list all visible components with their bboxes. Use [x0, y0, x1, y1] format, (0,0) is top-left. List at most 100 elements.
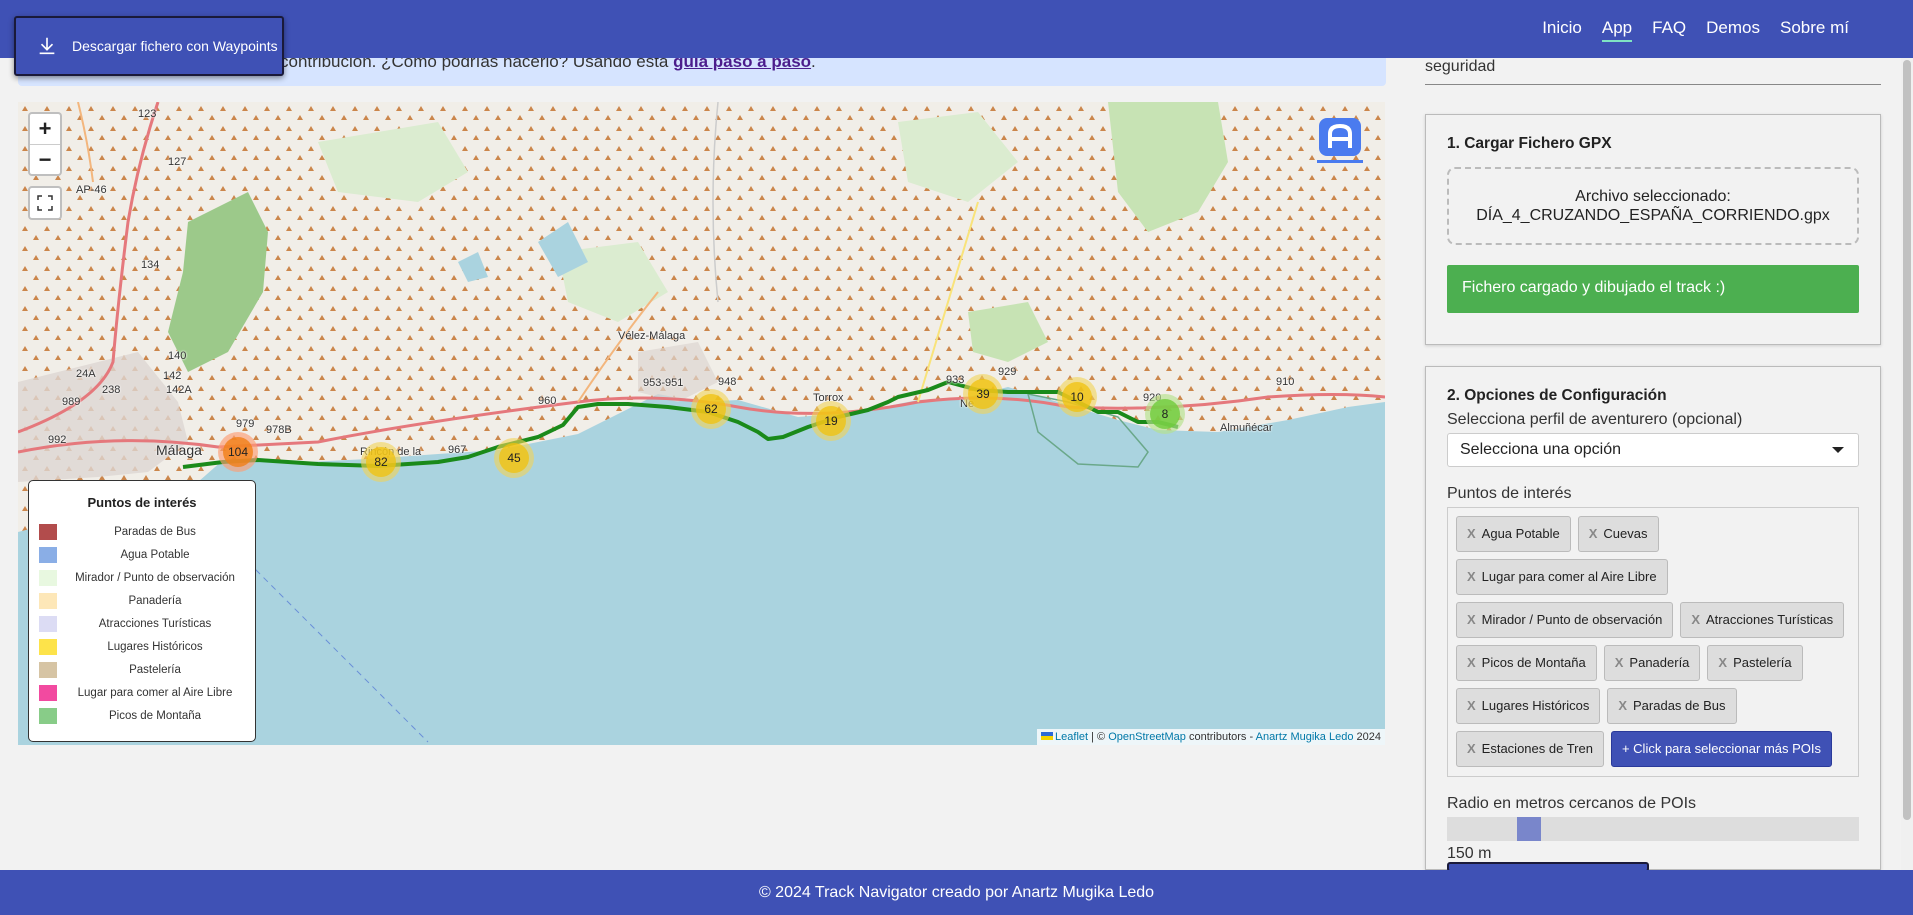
- ukraine-flag-icon: [1041, 732, 1054, 740]
- poi-chip[interactable]: X Lugares Históricos: [1456, 688, 1601, 724]
- remove-chip-icon[interactable]: X: [1615, 655, 1624, 670]
- legend-label: Agua Potable: [120, 548, 190, 561]
- road-label: 978B: [266, 424, 292, 436]
- poi-chip[interactable]: X Pastelería: [1707, 645, 1803, 681]
- legend-swatch: [39, 638, 57, 655]
- road-label: 140: [168, 350, 187, 362]
- remove-chip-icon[interactable]: X: [1467, 526, 1476, 541]
- nav-link-inicio[interactable]: Inicio: [1542, 18, 1582, 42]
- road-label: 967: [448, 444, 467, 456]
- author-link[interactable]: Anartz Mugika Ledo: [1256, 731, 1354, 743]
- remove-chip-icon[interactable]: X: [1467, 655, 1476, 670]
- remove-chip-icon[interactable]: X: [1589, 526, 1598, 541]
- legend-swatch: [39, 684, 57, 701]
- legend-item: Panadería: [39, 589, 245, 612]
- map[interactable]: 123 AP-46 127 134 140 142 24A 238 989 14…: [18, 102, 1385, 745]
- cluster-count: 19: [816, 406, 846, 436]
- radius-value: 150 m: [1447, 845, 1492, 862]
- leaflet-link[interactable]: Leaflet: [1055, 731, 1088, 743]
- poi-cluster[interactable]: 45: [494, 438, 534, 478]
- download-icon: [39, 37, 55, 55]
- road-label: 238: [102, 384, 121, 396]
- remove-chip-icon[interactable]: X: [1618, 698, 1627, 713]
- zoom-in-button[interactable]: +: [30, 114, 60, 144]
- legend-label: Lugares Históricos: [107, 640, 203, 653]
- load-gpx-card: 1. Cargar Fichero GPX Archivo selecciona…: [1425, 114, 1881, 345]
- poi-cluster[interactable]: 82: [361, 442, 401, 482]
- poi-cluster[interactable]: 104: [218, 432, 258, 472]
- poi-chip[interactable]: X Panadería: [1603, 645, 1701, 681]
- poi-chip[interactable]: X Picos de Montaña: [1456, 645, 1597, 681]
- poi-chip-label: Estaciones de Tren: [1481, 741, 1593, 756]
- poi-chip[interactable]: X Paradas de Bus: [1607, 688, 1737, 724]
- road-label: 948: [718, 376, 737, 388]
- zoom-out-button[interactable]: −: [30, 144, 60, 174]
- scrollbar-thumb[interactable]: [1903, 60, 1911, 820]
- nav-link-sobre-mi[interactable]: Sobre mí: [1780, 18, 1849, 42]
- legend-label: Atracciones Turísticas: [98, 617, 212, 630]
- legend-swatch: [39, 546, 57, 563]
- place-malaga: Málaga: [156, 442, 202, 458]
- legend-label: Lugar para comer al Aire Libre: [77, 686, 233, 699]
- poi-chip-label: Mirador / Punto de observación: [1481, 612, 1663, 627]
- road-label: 953-951: [643, 377, 684, 389]
- road-label: 142: [163, 370, 182, 382]
- cluster-count: 82: [366, 447, 396, 477]
- poi-cluster[interactable]: 8: [1145, 394, 1185, 434]
- chevron-down-icon: [1832, 447, 1844, 453]
- remove-chip-icon[interactable]: X: [1691, 612, 1700, 627]
- app-logo-icon[interactable]: [1315, 114, 1365, 164]
- page-scrollbar[interactable]: [1901, 58, 1913, 870]
- file-name: DÍA_4_CRUZANDO_ESPAÑA_CORRIENDO.gpx: [1476, 207, 1830, 224]
- remove-chip-icon[interactable]: X: [1467, 741, 1476, 756]
- osm-link[interactable]: OpenStreetMap: [1108, 731, 1186, 743]
- remove-chip-icon[interactable]: X: [1467, 698, 1476, 713]
- legend-label: Pastelería: [129, 663, 181, 676]
- zoom-control: + −: [28, 112, 62, 176]
- legend-item: Picos de Montaña: [39, 704, 245, 727]
- poi-cluster[interactable]: 39: [963, 374, 1003, 414]
- poi-chip[interactable]: X Agua Potable: [1456, 516, 1571, 552]
- poi-chip-label: Atracciones Turísticas: [1706, 612, 1834, 627]
- legend-swatch: [39, 523, 57, 540]
- nav-link-demos[interactable]: Demos: [1706, 18, 1760, 42]
- legend-label: Mirador / Punto de observación: [75, 571, 235, 584]
- nav-links: Inicio App FAQ Demos Sobre mí: [1542, 18, 1849, 42]
- download-waypoints-button[interactable]: Descargar fichero con Waypoints: [14, 16, 284, 76]
- attribution-year: 2024: [1356, 731, 1381, 743]
- security-text: seguridad: [1425, 58, 1881, 85]
- nav-link-app[interactable]: App: [1601, 18, 1633, 42]
- slider-thumb[interactable]: [1517, 817, 1541, 841]
- poi-legend: Puntos de interés Paradas de Bus Agua Pot…: [28, 480, 256, 742]
- radius-slider[interactable]: [1447, 817, 1859, 841]
- poi-chip-label: Cuevas: [1603, 526, 1648, 541]
- road-label: 142A: [166, 384, 192, 396]
- poi-cluster[interactable]: 10: [1057, 377, 1097, 417]
- cluster-count: 10: [1062, 382, 1092, 412]
- poi-chip[interactable]: X Estaciones de Tren: [1456, 731, 1604, 767]
- road-label: 127: [168, 156, 187, 168]
- poi-chip[interactable]: X Cuevas: [1577, 516, 1659, 552]
- nav-link-faq[interactable]: FAQ: [1652, 18, 1686, 42]
- poi-chip[interactable]: X Mirador / Punto de observación: [1456, 602, 1674, 638]
- poi-chip[interactable]: X Atracciones Turísticas: [1680, 602, 1845, 638]
- select-more-pois-button[interactable]: + Click para seleccionar más POIs: [1610, 731, 1833, 767]
- remove-chip-icon[interactable]: X: [1467, 569, 1476, 584]
- attribution-contributors: contributors -: [1188, 731, 1254, 743]
- road-label: 910: [1276, 376, 1295, 388]
- download-button-label: Descargar fichero con Waypoints: [72, 38, 278, 54]
- poi-cluster[interactable]: 62: [691, 389, 731, 429]
- legend-label: Picos de Montaña: [108, 709, 202, 722]
- top-navbar: Inicio App FAQ Demos Sobre mí: [0, 0, 1913, 58]
- profile-select[interactable]: Selecciona una opción: [1447, 433, 1859, 467]
- poi-chip-label: Lugar para comer al Aire Libre: [1481, 569, 1657, 584]
- remove-chip-icon[interactable]: X: [1718, 655, 1727, 670]
- remove-chip-icon[interactable]: X: [1467, 612, 1476, 627]
- gpx-dropzone[interactable]: Archivo seleccionado: DÍA_4_CRUZANDO_ESP…: [1447, 167, 1859, 245]
- poi-chip-label: Agua Potable: [1481, 526, 1560, 541]
- fullscreen-button[interactable]: [28, 186, 62, 220]
- road-label: AP-46: [76, 184, 107, 196]
- attribution-sep: | ©: [1091, 731, 1106, 743]
- poi-cluster[interactable]: 19: [811, 401, 851, 441]
- poi-chip[interactable]: X Lugar para comer al Aire Libre: [1456, 559, 1668, 595]
